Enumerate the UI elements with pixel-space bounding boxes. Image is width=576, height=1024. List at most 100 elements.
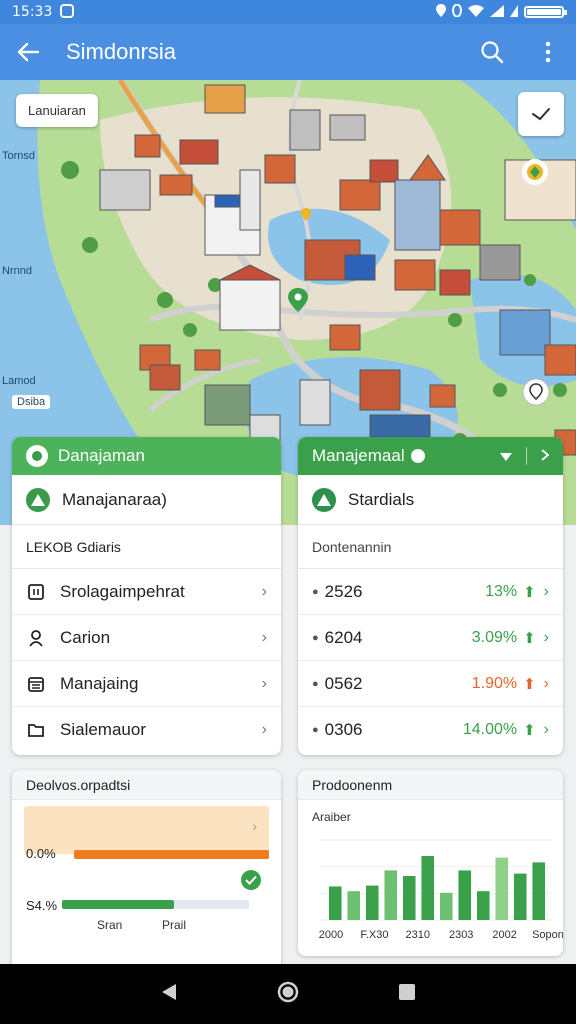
progress-label-1: S4.%	[26, 898, 58, 913]
caret-down-icon	[500, 453, 512, 461]
stat-value: 0562	[324, 673, 363, 693]
menu-item-label: Carion	[60, 627, 111, 647]
chart-x-tick-label: 2002	[492, 929, 516, 941]
management-card: Danajaman Manajanaraa) LEKOB Gdiaris Sro…	[12, 437, 281, 755]
chevron-right-icon: ›	[543, 582, 549, 600]
management-card-header: Danajaman	[12, 437, 281, 475]
menu-item-1[interactable]: Carion ›	[12, 615, 281, 661]
signal-icon	[490, 4, 504, 20]
chart-person-icon	[312, 487, 336, 512]
clock: 15:33	[12, 4, 53, 20]
bullet-icon: ●	[312, 585, 319, 598]
trend-icon: ⬆	[523, 629, 536, 647]
more-vert-icon	[545, 41, 551, 63]
chart-bar	[476, 891, 490, 920]
stats-card-header: Manajemaal	[298, 437, 563, 475]
menu-item-0[interactable]: Srolagaimpehrat ›	[12, 569, 281, 615]
page-title: Simdonrsia	[66, 39, 177, 64]
chart-x-tick-label: 2303	[449, 929, 473, 941]
chart-bar	[495, 857, 509, 920]
stats-section-label: Dontenannin	[298, 525, 563, 569]
menu-item-label: Srolagaimpehrat	[60, 581, 185, 601]
menu-item-3[interactable]: Sialemauor ›	[12, 707, 281, 753]
bullet-icon: ●	[312, 724, 319, 736]
nav-home-button[interactable]	[277, 981, 299, 1008]
progress-highlight	[24, 806, 269, 854]
app-notification-icon	[60, 3, 75, 21]
stat-percent: 13%	[485, 582, 518, 600]
chart-card-title: Prodoonenm	[298, 770, 563, 800]
system-nav-bar	[0, 964, 576, 1024]
progress-track-1	[62, 900, 249, 909]
search-button[interactable]	[464, 24, 520, 80]
map-recenter-button[interactable]	[518, 92, 564, 136]
chevron-right-icon: ›	[261, 674, 267, 692]
stat-row-2[interactable]: ● 0562 1.90% ⬆ ›	[298, 661, 563, 707]
more-button[interactable]	[520, 24, 576, 80]
stat-row-1[interactable]: ● 6204 3.09% ⬆ ›	[298, 615, 563, 661]
progress-axis-label-0: Sran	[97, 918, 123, 932]
stat-value: 2526	[324, 581, 363, 601]
bullet-icon: ●	[312, 631, 319, 644]
circle-home-icon	[277, 981, 299, 1002]
chart-x-tick-label: 2000	[319, 929, 343, 941]
map-location-chip[interactable]: Lanuiaran	[16, 94, 98, 127]
chart-bar	[384, 870, 398, 920]
map-label-4: Dsiba	[12, 395, 51, 409]
chart-bar	[328, 886, 342, 920]
menu-item-2[interactable]: Manajaing ›	[12, 661, 281, 707]
chart-bar	[365, 885, 379, 920]
management-card-subtitle-row[interactable]: Manajanaraa)	[12, 475, 281, 525]
check-circle-icon	[241, 870, 261, 890]
chevron-right-icon: ›	[261, 628, 267, 646]
stat-percent: 1.90%	[471, 674, 518, 692]
chart-bar	[347, 891, 361, 920]
arrow-left-icon	[17, 42, 39, 62]
chevron-right-icon: ›	[543, 628, 549, 646]
leaf-icon	[26, 445, 48, 467]
building-icon	[26, 582, 46, 602]
chart-bar	[439, 892, 453, 920]
bar-chart: 2000 F.X30 2310 2303 2002 Sopon	[319, 839, 563, 941]
bullet-icon: ●	[312, 677, 319, 690]
next-button[interactable]	[541, 446, 550, 466]
chart-bar	[532, 862, 546, 920]
progress-card-title: Deolvos.orpadtsi	[12, 770, 281, 800]
chevron-right-icon: ›	[543, 674, 549, 692]
chart-bar	[458, 870, 472, 920]
stats-card-subtitle-row[interactable]: Stardials	[298, 475, 563, 525]
stat-percent: 3.09%	[471, 628, 518, 646]
chevron-right-icon: ›	[252, 818, 257, 834]
search-icon	[481, 41, 504, 64]
location-icon	[436, 4, 446, 20]
nav-recents-button[interactable]	[398, 983, 416, 1006]
chart-bar	[402, 876, 416, 920]
progress-fill-1	[62, 900, 175, 909]
stats-card-title: Manajemaal	[312, 446, 405, 465]
progress-card: Deolvos.orpadtsi › 0.0% S4.% Sran Prail	[12, 770, 281, 970]
stat-row-0[interactable]: ● 2526 13% ⬆ ›	[298, 569, 563, 615]
progress-label-0: 0.0%	[26, 846, 56, 861]
menu-item-label: Manajaing	[60, 673, 139, 693]
progress-axis-label-1: Prail	[162, 918, 187, 932]
chart-bar	[513, 873, 527, 920]
stat-value: 6204	[324, 627, 363, 647]
management-section-label: LEKOB Gdiaris	[12, 525, 281, 569]
progress-fill-0	[74, 850, 269, 859]
navigation-icon	[532, 108, 550, 121]
signal-2-icon	[510, 4, 518, 20]
progress-card-body: › 0.0% S4.% Sran Prail	[12, 800, 281, 970]
trend-icon: ⬆	[523, 675, 536, 693]
dropdown-button[interactable]	[500, 446, 512, 466]
app-bar: Simdonrsia	[0, 24, 576, 80]
map-label-2: Nrnnd	[2, 265, 32, 277]
back-button[interactable]	[0, 24, 56, 80]
trend-icon: ⬆	[523, 722, 536, 739]
nav-back-button[interactable]	[160, 982, 178, 1007]
chevron-right-icon: ›	[543, 721, 549, 738]
stats-card-subtitle: Stardials	[348, 489, 415, 509]
stat-row-3[interactable]: ● 0306 14.00% ⬆ ›	[298, 707, 563, 753]
triangle-back-icon	[161, 983, 176, 1000]
user-group-icon	[26, 487, 50, 512]
chevron-right-icon: ›	[261, 582, 267, 600]
